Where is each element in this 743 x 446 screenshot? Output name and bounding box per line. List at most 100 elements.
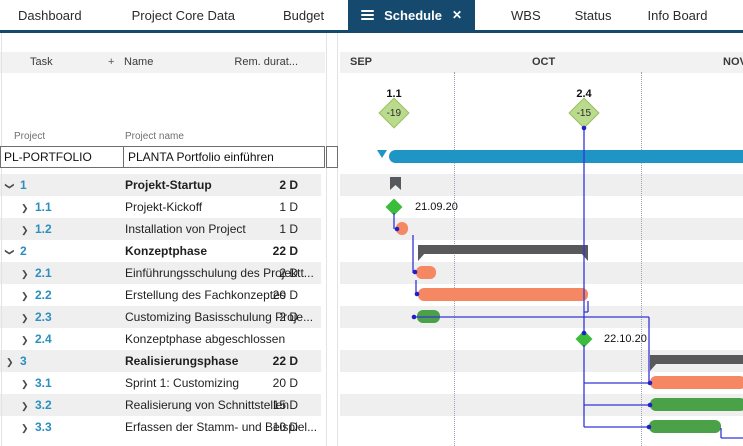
task-number: 3 [20, 350, 27, 372]
tab-label: Info Board [647, 8, 707, 23]
schedule-panel: Task + Name Rem. durat... Project Projec… [0, 33, 743, 446]
chevron-right-icon[interactable]: ❯ [21, 372, 29, 394]
tab-bar: Dashboard Project Core Data Budget Schedule… [0, 0, 743, 30]
gantt-task-bar[interactable] [396, 222, 408, 235]
task-name-cell[interactable]: Projekt-Kickoff [125, 196, 202, 218]
timeline-month-label: OCT [532, 52, 555, 73]
task-number: 2.3 [35, 306, 52, 328]
task-number: 1 [20, 174, 27, 196]
task-duration-cell[interactable]: 15 D [230, 394, 298, 416]
gantt-task-bar[interactable] [416, 266, 436, 279]
project-name-cell[interactable]: PLANTA Portfolio einführen [124, 147, 324, 167]
task-number: 2.1 [35, 262, 52, 284]
task-duration-cell[interactable]: 2 D [230, 306, 298, 328]
tab-label: Dashboard [18, 8, 82, 23]
gantt-task-bar[interactable] [650, 376, 743, 389]
chevron-right-icon[interactable]: ❯ [21, 218, 29, 240]
tab-status[interactable]: Status [575, 0, 612, 30]
add-column-button[interactable]: + [108, 52, 114, 73]
task-name-cell[interactable]: Konzeptphase abgeschlossen [125, 328, 285, 350]
column-header-duration[interactable]: Rem. durat... [230, 52, 298, 73]
task-number: 3.2 [35, 394, 52, 416]
timeline-month-label: NOV [723, 52, 743, 73]
column-header-task[interactable]: Task [30, 52, 53, 73]
tab-label: Project Core Data [132, 8, 235, 23]
chevron-down-icon[interactable]: ❯ [6, 174, 14, 196]
chevron-right-icon[interactable]: ❯ [21, 196, 29, 218]
phase-bar-left-cap [418, 253, 425, 261]
planta-app: Dashboard Project Core Data Budget Schedule… [0, 0, 743, 446]
task-duration-cell[interactable]: 22 D [230, 350, 298, 372]
task-duration-cell[interactable]: 1 D [230, 218, 298, 240]
chevron-right-icon[interactable]: ❯ [21, 306, 29, 328]
month-gridline [454, 72, 455, 446]
tab-wbs[interactable]: WBS [511, 0, 541, 30]
tab-label: Status [575, 8, 612, 23]
milestone-badge-value: -19 [387, 107, 401, 118]
task-name-cell[interactable]: Projekt-Startup [125, 174, 212, 196]
project-start-marker-icon [377, 150, 387, 158]
task-name-cell[interactable]: Realisierungsphase [125, 350, 238, 372]
chevron-right-icon[interactable]: ❯ [21, 284, 29, 306]
project-name-label: Project name [125, 130, 184, 143]
chevron-right-icon[interactable]: ❯ [21, 416, 29, 438]
project-summary-bar[interactable] [389, 150, 743, 163]
task-number: 2.2 [35, 284, 52, 306]
tab-dashboard[interactable]: Dashboard [18, 0, 82, 30]
gantt-task-bar[interactable] [418, 288, 588, 301]
task-name-cell[interactable]: Konzeptphase [125, 240, 207, 262]
phase-summary-bar[interactable] [418, 245, 588, 254]
chevron-right-icon[interactable]: ❯ [21, 262, 29, 284]
task-duration-cell[interactable]: 1 D [230, 196, 298, 218]
project-id-label: Project [14, 130, 45, 143]
milestone-badge[interactable]: -15 [569, 98, 599, 128]
milestone-badge-diamond: -15 [568, 97, 599, 128]
task-number: 1.2 [35, 218, 52, 240]
milestone-badge-value: -15 [577, 107, 591, 118]
chevron-right-icon[interactable]: ❯ [21, 328, 29, 350]
task-number: 3.1 [35, 372, 52, 394]
task-number: 3.3 [35, 416, 52, 438]
gantt-task-bar[interactable] [417, 310, 440, 323]
pane-splitter[interactable] [326, 33, 327, 446]
gantt-task-bar[interactable] [650, 398, 743, 411]
tab-info-board[interactable]: Info Board [647, 0, 707, 30]
month-gridline [641, 72, 642, 446]
milestone-badge[interactable]: -19 [379, 98, 409, 128]
gantt-task-bar[interactable] [649, 420, 721, 433]
task-duration-cell[interactable]: 10 D [230, 416, 298, 438]
project-id-cell[interactable]: PL-PORTFOLIO [1, 147, 124, 167]
left-pane-border [1, 33, 2, 446]
milestone-date-label: 21.09.20 [415, 196, 458, 218]
task-duration-cell[interactable]: 22 D [230, 240, 298, 262]
gantt-milestone[interactable] [576, 331, 593, 348]
gantt-milestone[interactable] [386, 199, 403, 216]
row-stripe [340, 262, 743, 284]
gantt-pane-border [337, 33, 338, 446]
timeline-month-label: SEP [350, 52, 372, 73]
chevron-down-icon[interactable]: ❯ [6, 240, 14, 262]
column-header-name[interactable]: Name [124, 52, 153, 73]
task-number: 2.4 [35, 328, 52, 350]
hamburger-icon[interactable] [361, 8, 374, 22]
tab-label: Budget [283, 8, 324, 23]
task-name-cell[interactable]: Sprint 1: Customizing [125, 372, 239, 394]
tab-project-core-data[interactable]: Project Core Data [132, 0, 235, 30]
phase-bar-left-cap [650, 363, 657, 371]
chevron-right-icon[interactable]: ❯ [21, 394, 29, 416]
task-duration-cell[interactable]: 20 D [230, 372, 298, 394]
phase-summary-bar[interactable] [650, 355, 743, 364]
task-duration-cell[interactable]: 2 D [230, 174, 298, 196]
close-tab-icon[interactable]: ✕ [452, 9, 462, 21]
task-number: 1.1 [35, 196, 52, 218]
tab-budget[interactable]: Budget [283, 0, 324, 30]
task-name-cell[interactable]: Installation von Project [125, 218, 246, 240]
milestone-badge-diamond: -19 [378, 97, 409, 128]
task-duration-cell[interactable]: 20 D [230, 284, 298, 306]
chevron-right-icon[interactable]: ❯ [6, 350, 14, 372]
milestone-date-label: 22.10.20 [604, 328, 647, 350]
project-row-gutter-cell [326, 146, 338, 168]
tab-schedule[interactable]: Schedule✕ [348, 0, 475, 30]
task-duration-cell[interactable]: 2 D [230, 262, 298, 284]
project-row[interactable]: PL-PORTFOLIO PLANTA Portfolio einführen [0, 146, 325, 168]
